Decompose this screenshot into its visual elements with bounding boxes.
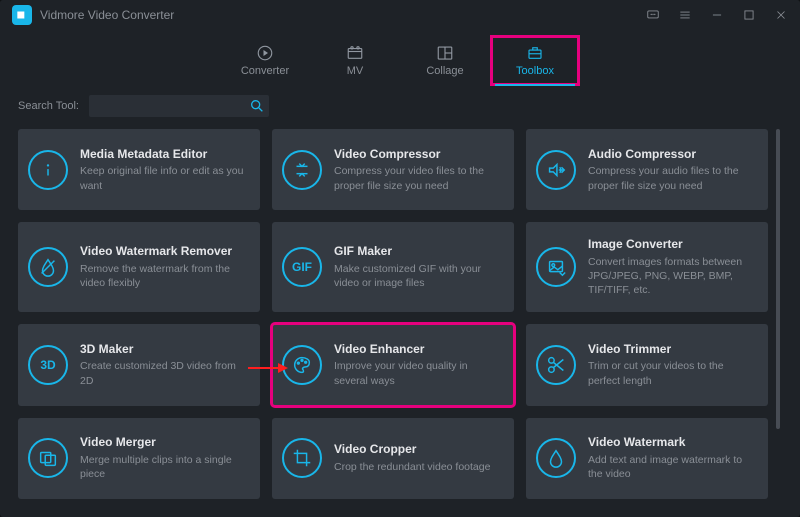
app-title: Vidmore Video Converter bbox=[40, 8, 174, 22]
search-box bbox=[89, 95, 269, 117]
tab-toolbox[interactable]: Toolbox bbox=[490, 35, 580, 85]
feedback-icon[interactable] bbox=[646, 8, 660, 22]
tab-label: MV bbox=[347, 65, 364, 77]
info-icon bbox=[28, 150, 68, 190]
app-window: Vidmore Video Converter Converter MV Col… bbox=[0, 0, 800, 517]
tool-desc: Merge multiple clips into a single piece bbox=[80, 453, 248, 481]
tool-video-trimmer[interactable]: Video Trimmer Trim or cut your videos to… bbox=[526, 324, 768, 405]
tool-video-compressor[interactable]: Video Compressor Compress your video fil… bbox=[272, 129, 514, 210]
tool-title: Video Compressor bbox=[334, 147, 502, 163]
tool-title: Video Watermark Remover bbox=[80, 244, 248, 260]
menu-icon[interactable] bbox=[678, 8, 692, 22]
tool-grid-wrap: Media Metadata Editor Keep original file… bbox=[18, 129, 782, 499]
titlebar: Vidmore Video Converter bbox=[0, 0, 800, 30]
tab-mv[interactable]: MV bbox=[310, 35, 400, 85]
tool-audio-compressor[interactable]: Audio Compressor Compress your audio fil… bbox=[526, 129, 768, 210]
tab-converter[interactable]: Converter bbox=[220, 35, 310, 85]
search-icon[interactable] bbox=[249, 98, 265, 114]
tool-title: Audio Compressor bbox=[588, 147, 756, 163]
app-logo-icon bbox=[12, 5, 32, 25]
maximize-icon[interactable] bbox=[742, 8, 756, 22]
titlebar-left: Vidmore Video Converter bbox=[12, 5, 174, 25]
tool-gif-maker[interactable]: GIF GIF Maker Make customized GIF with y… bbox=[272, 222, 514, 312]
tool-grid: Media Metadata Editor Keep original file… bbox=[18, 129, 782, 499]
tool-desc: Remove the watermark from the video flex… bbox=[80, 262, 248, 290]
tab-highlight bbox=[490, 35, 580, 86]
tool-title: Video Trimmer bbox=[588, 342, 756, 358]
tool-desc: Create customized 3D video from 2D bbox=[80, 359, 248, 387]
tool-desc: Compress your audio files to the proper … bbox=[588, 164, 756, 192]
tool-video-cropper[interactable]: Video Cropper Crop the redundant video f… bbox=[272, 418, 514, 499]
tab-collage[interactable]: Collage bbox=[400, 35, 490, 85]
tool-title: Video Cropper bbox=[334, 442, 490, 458]
tool-desc: Convert images formats between JPG/JPEG,… bbox=[588, 255, 756, 298]
tool-video-merger[interactable]: Video Merger Merge multiple clips into a… bbox=[18, 418, 260, 499]
crop-icon bbox=[282, 438, 322, 478]
tool-desc: Compress your video files to the proper … bbox=[334, 164, 502, 192]
tool-title: GIF Maker bbox=[334, 244, 502, 260]
tool-desc: Trim or cut your videos to the perfect l… bbox=[588, 359, 756, 387]
search-row: Search Tool: bbox=[18, 95, 782, 117]
merge-icon bbox=[28, 438, 68, 478]
search-label: Search Tool: bbox=[18, 100, 79, 112]
tab-label: Converter bbox=[241, 65, 289, 77]
3d-icon: 3D bbox=[28, 345, 68, 385]
close-icon[interactable] bbox=[774, 8, 788, 22]
tool-title: Video Watermark bbox=[588, 435, 756, 451]
image-convert-icon bbox=[536, 247, 576, 287]
tool-title: Media Metadata Editor bbox=[80, 147, 248, 163]
watermark-icon bbox=[536, 438, 576, 478]
tool-title: Video Merger bbox=[80, 435, 248, 451]
body: Search Tool: Media Metadata Editor Keep … bbox=[0, 85, 800, 517]
tool-desc: Crop the redundant video footage bbox=[334, 460, 490, 474]
tool-video-watermark-remover[interactable]: Video Watermark Remover Remove the water… bbox=[18, 222, 260, 312]
window-controls bbox=[646, 8, 788, 22]
tool-desc: Make customized GIF with your video or i… bbox=[334, 262, 502, 290]
tool-desc: Improve your video quality in several wa… bbox=[334, 359, 502, 387]
tool-desc: Keep original file info or edit as you w… bbox=[80, 164, 248, 192]
tool-image-converter[interactable]: Image Converter Convert images formats b… bbox=[526, 222, 768, 312]
tool-video-watermark[interactable]: Video Watermark Add text and image water… bbox=[526, 418, 768, 499]
main-nav: Converter MV Collage Toolbox bbox=[0, 30, 800, 85]
tool-video-enhancer[interactable]: Video Enhancer Improve your video qualit… bbox=[272, 324, 514, 405]
tool-media-metadata-editor[interactable]: Media Metadata Editor Keep original file… bbox=[18, 129, 260, 210]
search-input[interactable] bbox=[89, 95, 269, 117]
tool-title: 3D Maker bbox=[80, 342, 248, 358]
tool-desc: Add text and image watermark to the vide… bbox=[588, 453, 756, 481]
compress-icon bbox=[282, 150, 322, 190]
tool-title: Image Converter bbox=[588, 237, 756, 253]
scrollbar[interactable] bbox=[776, 129, 780, 429]
palette-icon bbox=[282, 345, 322, 385]
tool-3d-maker[interactable]: 3D 3D Maker Create customized 3D video f… bbox=[18, 324, 260, 405]
tool-title: Video Enhancer bbox=[334, 342, 502, 358]
minimize-icon[interactable] bbox=[710, 8, 724, 22]
tab-label: Collage bbox=[426, 65, 463, 77]
gif-icon: GIF bbox=[282, 247, 322, 287]
audio-compress-icon bbox=[536, 150, 576, 190]
scissors-icon bbox=[536, 345, 576, 385]
water-drop-icon bbox=[28, 247, 68, 287]
